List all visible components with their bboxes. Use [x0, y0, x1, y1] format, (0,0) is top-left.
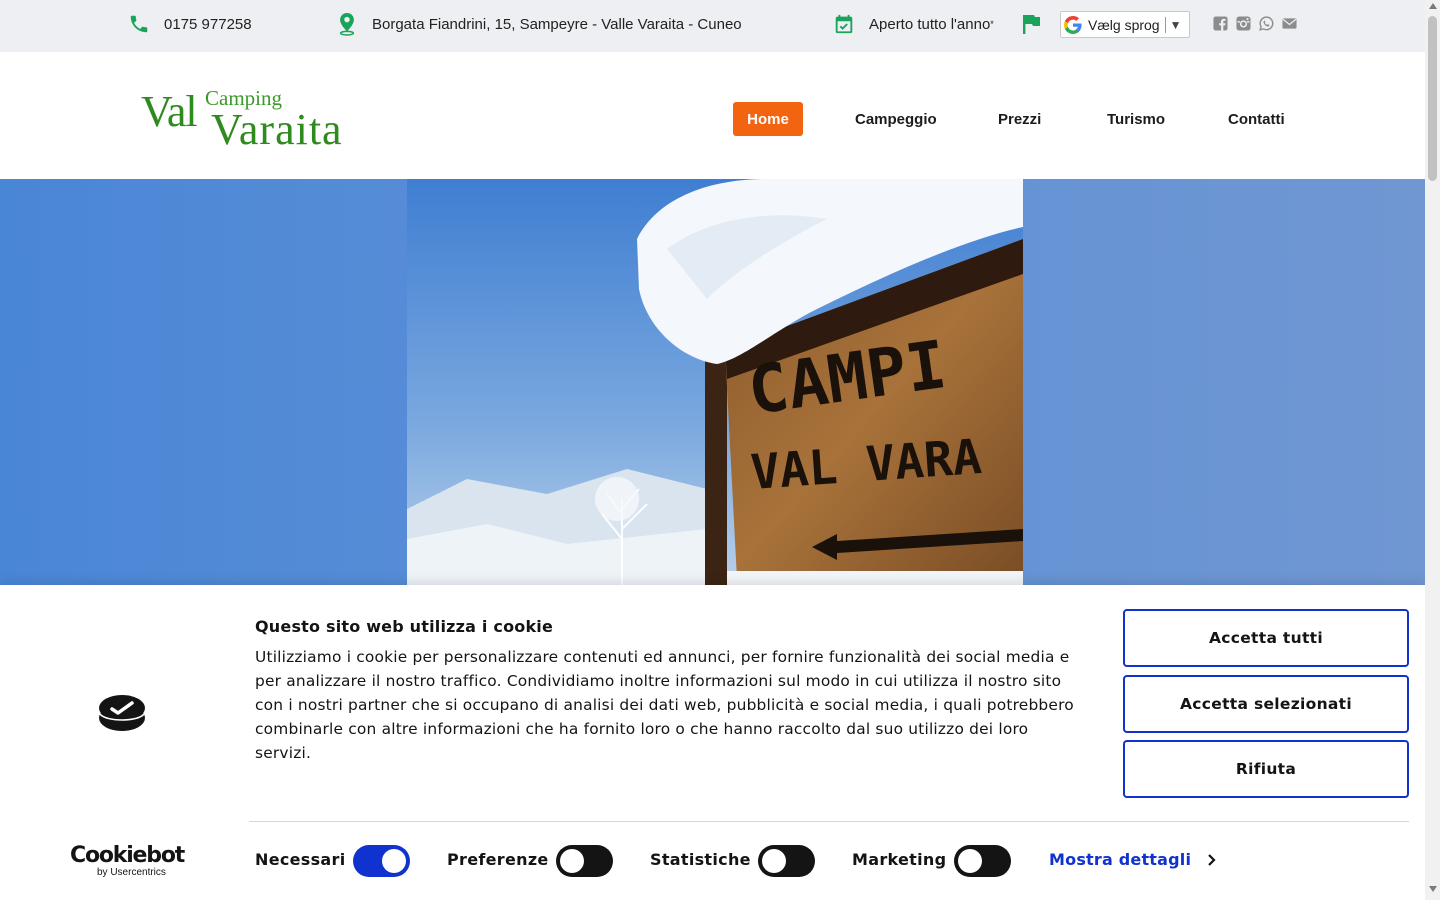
scroll-up-arrow-icon[interactable]	[1429, 3, 1437, 9]
map-pin-icon	[336, 12, 358, 36]
language-select[interactable]: Vælg sprog ▼	[1060, 11, 1190, 38]
flag-icon	[1021, 0, 1041, 48]
top-info-bar: 0175 977258 Borgata Fiandrini, 15, Sampe…	[0, 0, 1425, 52]
page-scrollbar[interactable]	[1425, 0, 1440, 900]
cookiebot-logo-icon	[98, 692, 146, 732]
scrollbar-thumb[interactable]	[1428, 16, 1437, 181]
address-contact[interactable]: Borgata Fiandrini, 15, Sampeyre - Valle …	[336, 0, 742, 48]
facebook-icon[interactable]	[1211, 14, 1229, 32]
hero-banner: CAMPI VAL VARA	[0, 179, 1425, 585]
cookie-divider	[249, 821, 1409, 822]
toggle-knob	[762, 849, 786, 873]
calendar-check-icon	[833, 13, 855, 35]
cookiebot-brand-name: Cookiebot	[70, 843, 185, 868]
cookie-description: Utilizziamo i cookie per personalizzare …	[255, 648, 1074, 762]
phone-contact[interactable]: 0175 977258	[128, 0, 252, 48]
site-logo[interactable]: Val Camping Varaita	[141, 84, 371, 154]
cookie-title: Questo sito web utilizza i cookie	[255, 617, 554, 636]
google-g-icon	[1064, 15, 1082, 34]
cookiebot-brand-byline: by Usercentrics	[97, 867, 166, 878]
logo-word-varaita: Varaita	[211, 105, 343, 154]
opening-info: Aperto tutto l'anno *	[833, 0, 994, 48]
phone-number: 0175 977258	[164, 15, 252, 33]
hero-photo-snowy-camping-sign: CAMPI VAL VARA	[407, 179, 1023, 585]
toggle-knob	[958, 849, 982, 873]
accept-selected-button[interactable]: Accetta selezionati	[1123, 675, 1409, 733]
reject-button[interactable]: Rifiuta	[1123, 740, 1409, 798]
mail-icon[interactable]	[1280, 14, 1298, 32]
statistics-toggle[interactable]	[758, 845, 815, 877]
cookiebot-brand[interactable]: Cookiebot by Usercentrics	[70, 843, 185, 879]
marketing-label: Marketing	[852, 850, 947, 869]
toggle-knob	[560, 849, 584, 873]
nav-prezzi[interactable]: Prezzi	[998, 102, 1041, 136]
show-details-label: Mostra dettagli	[1049, 850, 1192, 869]
necessary-toggle[interactable]	[353, 845, 410, 877]
chevron-right-icon	[1207, 853, 1216, 867]
nav-campeggio[interactable]: Campeggio	[855, 102, 937, 136]
necessary-label: Necessari	[255, 850, 346, 869]
opening-footnote-mark: *	[990, 19, 994, 29]
address-text: Borgata Fiandrini, 15, Sampeyre - Valle …	[372, 15, 742, 33]
accept-all-button[interactable]: Accetta tutti	[1123, 609, 1409, 667]
opening-text: Aperto tutto l'anno	[869, 15, 991, 33]
site-header: Val Camping Varaita Home Campeggio Prezz…	[0, 52, 1425, 179]
nav-home[interactable]: Home	[733, 102, 803, 136]
preferences-toggle[interactable]	[556, 845, 613, 877]
instagram-icon[interactable]	[1234, 14, 1252, 32]
cookie-consent-banner: Questo sito web utilizza i cookie Utiliz…	[0, 585, 1425, 900]
nav-contatti[interactable]: Contatti	[1228, 102, 1285, 136]
logo-word-val: Val	[141, 87, 198, 136]
whatsapp-icon[interactable]	[1257, 14, 1275, 32]
select-separator	[1164, 16, 1166, 33]
marketing-toggle[interactable]	[954, 845, 1011, 877]
language-select-label: Vælg sprog	[1088, 16, 1160, 33]
statistics-label: Statistiche	[650, 850, 751, 869]
nav-turismo[interactable]: Turismo	[1107, 102, 1165, 136]
phone-icon	[128, 13, 150, 35]
preferences-label: Preferenze	[447, 850, 549, 869]
show-details-link[interactable]: Mostra dettagli	[1049, 850, 1216, 869]
scroll-down-arrow-icon[interactable]	[1429, 886, 1437, 892]
toggle-knob	[382, 849, 406, 873]
caret-down-icon: ▼	[1169, 17, 1182, 32]
